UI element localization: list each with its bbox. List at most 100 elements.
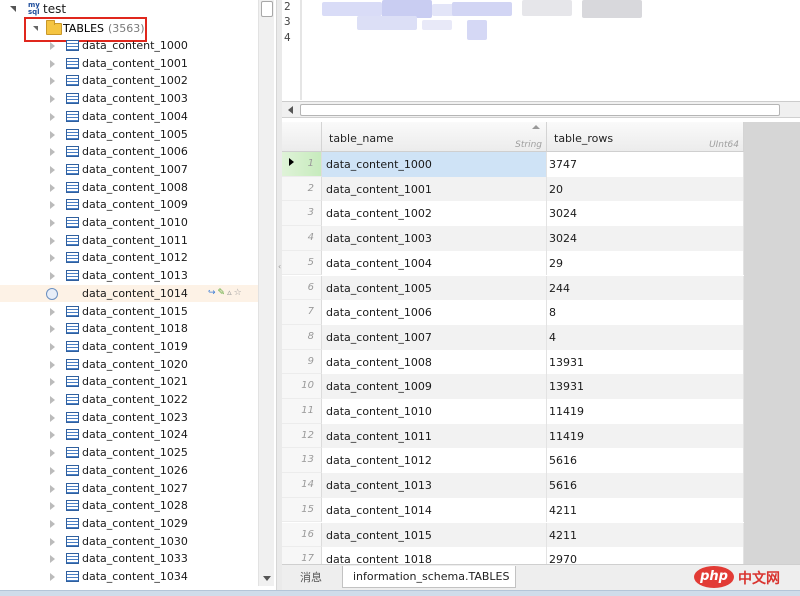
edit-icon[interactable]: ✎ (218, 288, 228, 298)
row-number-cell[interactable]: 3 (282, 201, 322, 227)
row-number-cell[interactable]: 2 (282, 176, 322, 202)
expand-arrow-icon[interactable] (50, 236, 55, 245)
expand-arrow-icon[interactable] (50, 431, 55, 440)
cell-table-rows[interactable]: 3024 (547, 226, 744, 251)
tree-table-item[interactable]: data_content_1021 (0, 373, 258, 391)
grid-corner-header[interactable] (282, 122, 322, 152)
expand-arrow-icon[interactable] (50, 165, 55, 174)
expand-arrow-icon[interactable] (50, 112, 55, 121)
table-row[interactable]: 4 data_content_1003 3024 (282, 226, 744, 251)
cell-table-name[interactable]: data_content_1007 (322, 324, 547, 350)
expand-arrow-icon[interactable] (50, 254, 55, 263)
table-row[interactable]: 3 data_content_1002 3024 (282, 201, 744, 227)
tree-table-item[interactable]: data_content_1011 (0, 232, 258, 250)
cell-table-rows[interactable]: 11419 (547, 423, 744, 449)
cell-table-rows[interactable]: 4 (547, 324, 744, 350)
expand-arrow-icon[interactable] (50, 484, 55, 493)
expand-arrow-icon[interactable] (50, 573, 55, 581)
cell-table-rows[interactable]: 3024 (547, 201, 744, 227)
tree-table-item[interactable]: data_content_1023 (0, 409, 258, 427)
sql-editor[interactable]: 2 3 4 (282, 0, 800, 102)
splitter-grip-icon[interactable]: ‹ (278, 262, 281, 271)
tree-table-item[interactable]: data_content_1028 (0, 497, 258, 515)
table-row[interactable]: 8 data_content_1007 4 (282, 324, 744, 350)
expand-arrow-icon[interactable] (50, 148, 55, 157)
expand-arrow-icon[interactable] (50, 201, 55, 210)
tree-table-item[interactable]: data_content_1025 (0, 444, 258, 462)
expand-arrow-icon[interactable] (50, 272, 55, 281)
expand-arrow-icon[interactable] (50, 95, 55, 104)
expand-arrow-icon[interactable] (50, 219, 55, 227)
cell-table-name[interactable]: data_content_1001 (322, 176, 547, 202)
tree-table-item[interactable]: data_content_1034 (0, 568, 258, 586)
row-number-cell[interactable]: 8 (282, 324, 322, 350)
tree-table-item[interactable]: data_content_1015 (0, 303, 258, 321)
table-row[interactable]: 2 data_content_1001 20 (282, 176, 744, 202)
cell-table-rows[interactable]: 20 (547, 176, 744, 202)
expand-arrow-icon[interactable] (50, 537, 55, 546)
table-row[interactable]: 14 data_content_1013 5616 (282, 473, 744, 498)
open-table-icon[interactable]: ↪ (208, 288, 218, 298)
table-row[interactable]: 15 data_content_1014 4211 (282, 497, 744, 523)
cell-table-name[interactable]: data_content_1008 (322, 349, 547, 375)
row-number-cell[interactable]: 10 (282, 374, 322, 399)
column-header-table-rows[interactable]: table_rows UInt64 (547, 122, 744, 152)
expand-arrow-icon[interactable] (50, 519, 55, 528)
favorite-star-icon[interactable]: ☆ (234, 288, 244, 298)
cell-table-name[interactable]: data_content_1004 (322, 250, 547, 276)
tree-table-item[interactable]: data_content_1030 (0, 533, 258, 551)
table-row[interactable]: 13 data_content_1012 5616 (282, 448, 744, 474)
cell-table-name[interactable]: data_content_1002 (322, 201, 547, 227)
cell-table-rows[interactable]: 5616 (547, 473, 744, 498)
column-header-table-name[interactable]: table_name String (322, 122, 547, 152)
cell-table-name[interactable]: data_content_1000 (322, 152, 547, 177)
row-number-cell[interactable]: 1 (282, 152, 322, 177)
row-number-cell[interactable]: 17 (282, 547, 322, 564)
row-number-cell[interactable]: 4 (282, 226, 322, 251)
tab-result[interactable]: information_schema.TABLES (342, 566, 516, 588)
tree-table-item[interactable]: data_content_1012 (0, 249, 258, 267)
cell-table-rows[interactable]: 4211 (547, 497, 744, 523)
cell-table-name[interactable]: data_content_1018 (322, 547, 547, 564)
cell-table-name[interactable]: data_content_1005 (322, 275, 547, 301)
row-number-cell[interactable]: 12 (282, 423, 322, 449)
scroll-thumb[interactable] (261, 1, 273, 17)
cell-table-name[interactable]: data_content_1011 (322, 423, 547, 449)
tree-table-item[interactable]: data_content_1009 (0, 196, 258, 214)
cell-table-rows[interactable]: 4211 (547, 522, 744, 548)
tree-table-item[interactable]: data_content_1013 (0, 267, 258, 285)
expand-arrow-icon[interactable] (50, 466, 55, 475)
tree-table-item[interactable]: data_content_1020 (0, 356, 258, 374)
tree-table-item[interactable]: data_content_1027 (0, 480, 258, 498)
tree-table-item[interactable]: data_content_1022 (0, 391, 258, 409)
row-number-cell[interactable]: 5 (282, 250, 322, 276)
tree-table-item[interactable]: data_content_1002 (0, 72, 258, 90)
tree-table-item[interactable]: data_content_1014 ↪✎▵☆ (0, 284, 258, 303)
tree-table-item[interactable]: data_content_1001 (0, 55, 258, 73)
tree-table-item[interactable]: data_content_1000 (0, 37, 258, 55)
cell-table-rows[interactable]: 2970 (547, 547, 744, 564)
expand-arrow-icon[interactable] (50, 413, 55, 422)
tree-table-item[interactable]: data_content_1026 (0, 462, 258, 480)
editor-horizontal-scrollbar[interactable] (282, 102, 800, 118)
expand-arrow-icon[interactable] (50, 42, 55, 50)
table-row[interactable]: 1 data_content_1000 3747 (282, 152, 744, 177)
cell-table-name[interactable]: data_content_1003 (322, 226, 547, 251)
tree-node-tables[interactable]: TABLES (3563) (63, 21, 145, 37)
table-row[interactable]: 17 data_content_1018 2970 (282, 547, 744, 564)
cell-table-rows[interactable]: 29 (547, 250, 744, 276)
tab-messages[interactable]: 消息 (300, 569, 322, 585)
cell-table-name[interactable]: data_content_1014 (322, 497, 547, 523)
tree-table-item[interactable]: data_content_1024 (0, 426, 258, 444)
cell-table-name[interactable]: data_content_1013 (322, 473, 547, 498)
cell-table-name[interactable]: data_content_1012 (322, 448, 547, 474)
table-row[interactable]: 7 data_content_1006 8 (282, 300, 744, 325)
cell-table-rows[interactable]: 13931 (547, 349, 744, 375)
expand-arrow-icon[interactable] (50, 396, 55, 404)
scroll-down-arrow-icon[interactable] (263, 576, 271, 581)
tree-table-item[interactable]: data_content_1019 (0, 338, 258, 356)
expand-arrow-icon[interactable] (50, 555, 55, 564)
expand-arrow-icon[interactable] (50, 342, 55, 351)
cell-table-rows[interactable]: 5616 (547, 448, 744, 474)
cell-table-name[interactable]: data_content_1006 (322, 300, 547, 325)
